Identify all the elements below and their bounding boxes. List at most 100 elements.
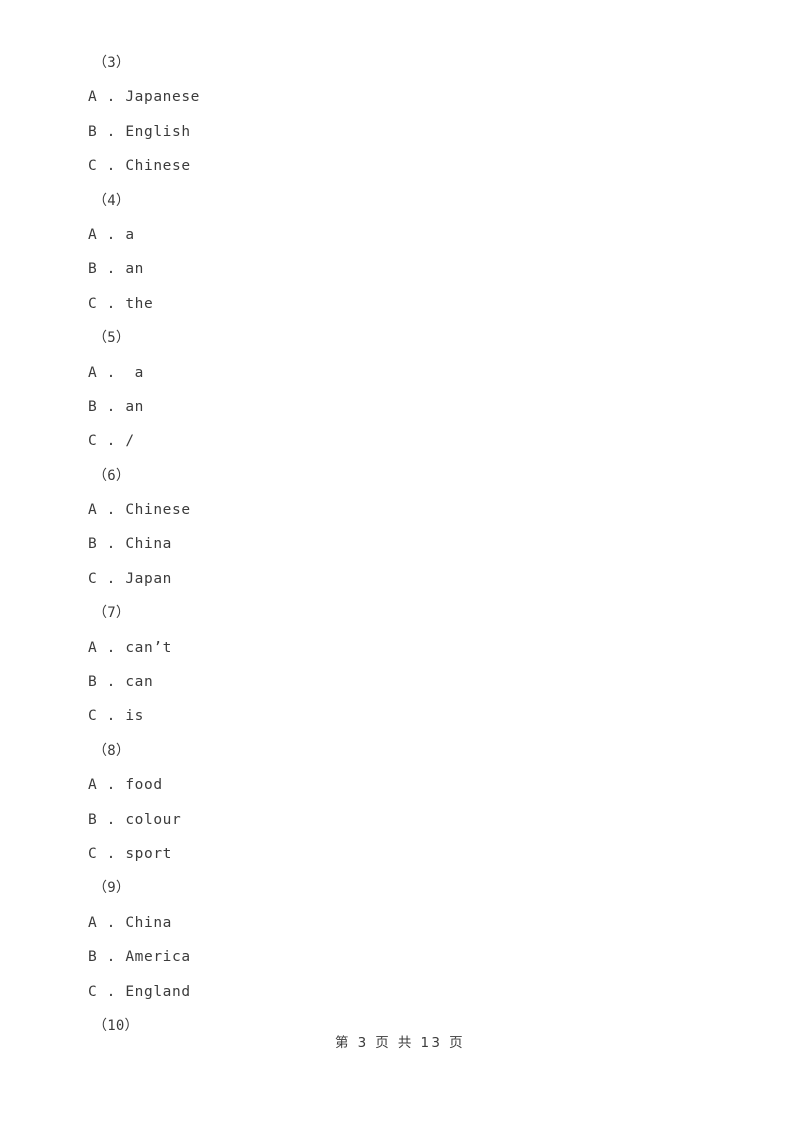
answer-option[interactable]: B . colour [88, 803, 708, 837]
option-separator: . [97, 983, 126, 1000]
answer-option[interactable]: B . America [88, 940, 708, 974]
question-number: （3） [93, 55, 131, 71]
option-letter: B [88, 949, 98, 966]
answer-option[interactable]: A . a [88, 218, 708, 252]
option-separator: . [97, 261, 126, 278]
option-text: America [125, 949, 191, 966]
option-text: an [125, 261, 145, 278]
option-text: England [125, 983, 191, 1000]
option-letter: A [88, 639, 98, 656]
option-separator: . [97, 845, 126, 862]
option-letter: C [88, 570, 98, 587]
option-separator: . [97, 708, 126, 725]
option-text: is [125, 708, 145, 725]
option-text: Chinese [125, 158, 191, 175]
answer-option[interactable]: C . / [88, 424, 708, 458]
option-separator: . [97, 502, 126, 519]
option-text: English [125, 123, 191, 140]
option-letter: B [88, 811, 98, 828]
answer-option[interactable]: B . an [88, 252, 708, 286]
option-separator: . [97, 536, 126, 553]
option-letter: C [88, 845, 98, 862]
option-separator: . [97, 226, 126, 243]
option-separator: . [97, 639, 126, 656]
option-text: food [125, 777, 163, 794]
option-text: China [125, 914, 172, 931]
option-letter: A [88, 502, 98, 519]
option-letter: C [88, 295, 98, 312]
option-separator: . [97, 158, 126, 175]
question-number: （9） [93, 880, 131, 897]
option-letter: B [88, 674, 98, 691]
option-letter: C [88, 158, 98, 175]
option-separator: . [97, 811, 126, 828]
question-number: （7） [93, 605, 131, 622]
option-separator: . [97, 398, 126, 415]
question-number: （8） [93, 742, 131, 759]
option-separator: . [97, 914, 126, 931]
option-separator: . [97, 674, 126, 691]
page-number-label: 第 3 页 共 13 页 [334, 1035, 466, 1051]
option-letter: C [88, 433, 98, 450]
answer-option[interactable]: C . Chinese [88, 149, 708, 183]
option-separator: . [97, 570, 126, 587]
answer-option[interactable]: A . Japanese [88, 80, 708, 114]
option-separator: . [97, 123, 126, 140]
option-letter: A [88, 226, 98, 243]
question-number: （4） [93, 192, 131, 209]
option-separator: . [97, 364, 135, 381]
question-number: （6） [93, 467, 131, 484]
option-text: Japanese [125, 89, 200, 106]
answer-option[interactable]: C . England [88, 975, 708, 1009]
answer-option[interactable]: C . sport [88, 837, 708, 871]
document-page: （3） A . Japanese B . English C . Chinese （4）… [0, 0, 800, 1132]
option-letter: C [88, 983, 98, 1000]
answer-option[interactable]: B . China [88, 527, 708, 561]
answer-option[interactable]: A . can’t [88, 631, 708, 665]
option-letter: A [88, 914, 98, 931]
option-letter: B [88, 398, 98, 415]
page-footer: 第 3 页 共 13 页 [0, 1031, 800, 1051]
option-letter: B [88, 536, 98, 553]
answer-option[interactable]: A . food [88, 768, 708, 802]
option-separator: . [97, 777, 126, 794]
option-text: a [125, 226, 135, 243]
question-block: （8） A . food B . colour C . sport [88, 734, 708, 872]
option-letter: A [88, 777, 98, 794]
question-number: （5） [93, 330, 131, 347]
question-block: （6） A . Chinese B . China C . Japan [88, 459, 708, 597]
answer-option[interactable]: C . is [88, 699, 708, 733]
answer-option[interactable]: A . Chinese [88, 493, 708, 527]
option-text: a [134, 364, 145, 381]
option-letter: B [88, 261, 98, 278]
question-list: （3） A . Japanese B . English C . Chinese （4）… [88, 46, 708, 1043]
answer-option[interactable]: B . an [88, 390, 708, 424]
option-text: Chinese [125, 502, 191, 519]
answer-option[interactable]: A . China [88, 906, 708, 940]
option-text: / [125, 433, 135, 450]
option-separator: . [97, 949, 126, 966]
option-separator: . [97, 295, 126, 312]
option-separator: . [97, 433, 126, 450]
answer-option[interactable]: B . English [88, 115, 708, 149]
option-text: China [125, 536, 172, 553]
answer-option[interactable]: B . can [88, 665, 708, 699]
option-letter: C [88, 708, 98, 725]
answer-option[interactable]: C . the [88, 287, 708, 321]
option-text: Japan [125, 570, 172, 587]
option-text: an [125, 398, 145, 415]
option-letter: B [88, 123, 98, 140]
answer-option[interactable]: C . Japan [88, 562, 708, 596]
question-block: （3） A . Japanese B . English C . Chinese [88, 46, 708, 184]
option-text: sport [125, 845, 172, 862]
option-separator: . [97, 89, 126, 106]
option-text: colour [125, 811, 182, 828]
question-block: （7） A . can’t B . can C . is [88, 596, 708, 734]
question-block: （9） A . China B . America C . England [88, 871, 708, 1009]
question-block: （4） A . aB . an C . the [88, 184, 708, 322]
option-text: the [125, 295, 154, 312]
option-letter: A [88, 89, 98, 106]
option-text: can [125, 674, 154, 691]
answer-option[interactable]: A . a [88, 356, 708, 390]
question-block: （5） A . aB . an C . / [88, 321, 708, 459]
